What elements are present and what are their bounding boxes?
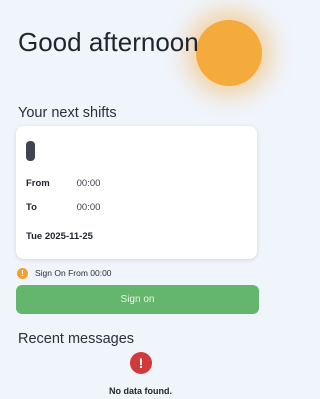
next-shifts-title: Your next shifts xyxy=(18,105,117,121)
shift-to-row: To 00:00 xyxy=(26,202,100,213)
sign-on-info: ! Sign On From 00:00 xyxy=(17,267,112,279)
shift-status-indicator xyxy=(26,141,35,161)
from-label: From xyxy=(26,178,50,189)
sun-illustration xyxy=(196,20,262,86)
sign-on-button[interactable]: Sign on xyxy=(16,285,259,314)
from-time: 00:00 xyxy=(76,178,101,189)
shift-card[interactable]: From 00:00 To 00:00 Tue 2025-11-25 xyxy=(16,126,257,259)
shift-date: Tue 2025-11-25 xyxy=(26,231,93,242)
alert-icon: ! xyxy=(130,352,152,374)
no-data-message: No data found. xyxy=(109,386,172,396)
sign-on-info-text: Sign On From 00:00 xyxy=(35,268,112,278)
to-time: 00:00 xyxy=(76,202,101,213)
shift-from-row: From 00:00 xyxy=(26,178,100,189)
to-label: To xyxy=(26,202,37,213)
recent-messages-title: Recent messages xyxy=(18,331,135,347)
greeting-title: Good afternoon xyxy=(18,27,199,57)
info-icon: ! xyxy=(17,267,28,279)
